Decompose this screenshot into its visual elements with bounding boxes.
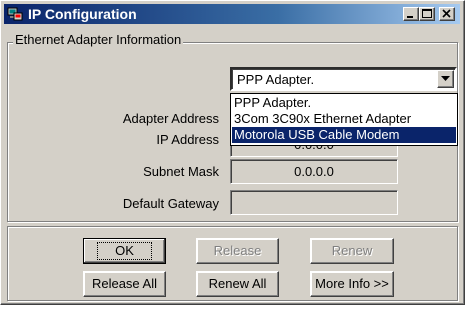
release-all-button[interactable]: Release All bbox=[83, 271, 166, 297]
title-bar[interactable]: IP Configuration bbox=[4, 4, 460, 24]
renew-button[interactable]: Renew bbox=[310, 238, 394, 264]
ip-config-window: IP Configuration Ethernet Adapter Inform… bbox=[0, 0, 465, 305]
adapter-address-label: Adapter Address bbox=[122, 111, 219, 126]
renew-all-button-label: Renew All bbox=[208, 276, 267, 291]
default-gateway-field bbox=[230, 190, 398, 215]
release-all-button-label: Release All bbox=[91, 276, 158, 291]
renew-button-label: Renew bbox=[331, 243, 373, 258]
network-computer-icon bbox=[7, 6, 23, 22]
maximize-button[interactable] bbox=[419, 7, 435, 21]
ip-address-label: IP Address bbox=[156, 132, 219, 147]
maximize-icon bbox=[422, 9, 432, 18]
dropdown-option-motorola[interactable]: Motorola USB Cable Modem bbox=[232, 127, 456, 143]
dropdown-option-ppp[interactable]: PPP Adapter. bbox=[232, 95, 456, 111]
release-button[interactable]: Release bbox=[196, 238, 279, 264]
adapter-select[interactable]: PPP Adapter. bbox=[230, 67, 457, 91]
adapter-dropdown-list: PPP Adapter. 3Com 3C90x Ethernet Adapter… bbox=[230, 93, 458, 146]
more-info-button[interactable]: More Info >> bbox=[310, 271, 394, 297]
ok-button[interactable]: OK bbox=[83, 238, 166, 264]
default-gateway-label: Default Gateway bbox=[122, 196, 219, 211]
subnet-mask-label: Subnet Mask bbox=[143, 164, 219, 179]
renew-all-button[interactable]: Renew All bbox=[196, 271, 279, 297]
ok-button-label: OK bbox=[115, 243, 134, 258]
adapter-group-label: Ethernet Adapter Information bbox=[13, 32, 184, 47]
window-title: IP Configuration bbox=[28, 6, 137, 22]
subnet-mask-field: 0.0.0.0 bbox=[230, 159, 398, 184]
dropdown-option-3com[interactable]: 3Com 3C90x Ethernet Adapter bbox=[232, 111, 456, 127]
release-button-label: Release bbox=[213, 243, 262, 258]
adapter-select-value: PPP Adapter. bbox=[237, 72, 315, 87]
close-button[interactable] bbox=[439, 7, 455, 21]
minimize-button[interactable] bbox=[403, 7, 419, 21]
dropdown-button[interactable] bbox=[437, 70, 454, 88]
close-icon bbox=[442, 9, 451, 18]
chevron-down-icon bbox=[441, 76, 450, 81]
more-info-button-label: More Info >> bbox=[315, 276, 389, 291]
minimize-icon bbox=[407, 16, 413, 18]
